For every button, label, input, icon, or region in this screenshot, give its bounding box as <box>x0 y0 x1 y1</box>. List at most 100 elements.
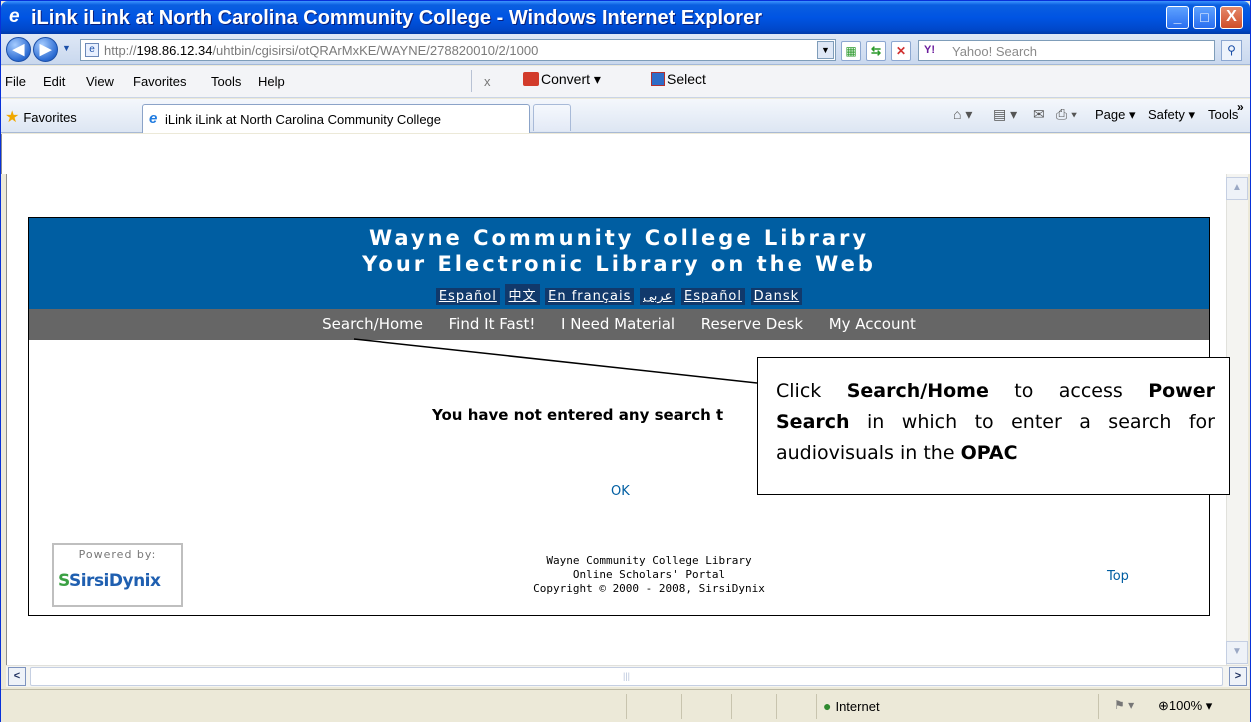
protected-mode-icon[interactable]: ⚑ ▾ <box>1114 698 1134 712</box>
safety-menu-label: Safety <box>1148 107 1185 122</box>
feeds-icon[interactable]: ▤ ▾ <box>993 106 1017 123</box>
search-input[interactable]: Y! Yahoo! Search <box>918 40 1215 61</box>
nav-reserve-desk[interactable]: Reserve Desk <box>701 315 803 333</box>
print-icon[interactable]: ⎙ ▾ <box>1056 106 1077 123</box>
scroll-left-icon[interactable]: < <box>8 667 26 686</box>
star-icon: ★ <box>5 109 20 126</box>
select-label: Select <box>667 71 706 87</box>
language-links: Español 中文 En français عربى Español Dans… <box>29 284 1209 305</box>
home-icon[interactable]: ⌂ ▾ <box>953 106 972 123</box>
status-separator <box>776 694 777 719</box>
tools-menu[interactable]: Tools <box>1208 107 1238 122</box>
page-menu[interactable]: Page ▾ <box>1095 107 1136 123</box>
refresh-icon[interactable]: ⇆ <box>866 41 886 61</box>
menu-view[interactable]: View <box>86 74 114 89</box>
sirsidynix-logo-text: SirsiDynix <box>68 571 161 591</box>
scroll-up-icon[interactable]: ▲ <box>1226 177 1248 200</box>
zoom-control[interactable]: ⊕100% ▾ <box>1158 698 1212 714</box>
menu-bar: File Edit View Favorites Tools Help x Co… <box>1 66 1250 98</box>
mail-icon[interactable]: ✉ <box>1033 106 1045 123</box>
library-banner: Wayne Community College Library Your Ele… <box>29 218 1209 309</box>
status-separator <box>731 694 732 719</box>
footer-line-3: Copyright © 2000 - 2008, SirsiDynix <box>533 582 765 595</box>
lang-link-arabic[interactable]: عربى <box>639 288 676 305</box>
menu-separator <box>471 70 472 92</box>
sirsidynix-logo-mark: S <box>58 571 69 591</box>
horizontal-scroll-thumb[interactable]: ||| <box>30 667 1223 686</box>
footer-line-2: Online Scholars' Portal <box>572 568 726 581</box>
nav-find-it-fast[interactable]: Find It Fast! <box>449 315 536 333</box>
recent-pages-dropdown-icon[interactable]: ▼ <box>62 43 71 53</box>
select-icon <box>651 72 665 86</box>
ie-logo-icon: e <box>9 6 20 27</box>
status-separator <box>626 694 627 719</box>
address-dropdown-icon[interactable]: ▼ <box>817 41 834 59</box>
lang-link-spanish-2[interactable]: Español <box>680 288 745 305</box>
powered-by-label: Powered by: <box>78 548 157 561</box>
status-bar: ● Internet ⚑ ▾ ⊕100% ▾ <box>1 689 1250 722</box>
annotation-callout: Click Search/Home to access Power Search… <box>757 357 1230 495</box>
close-button[interactable]: X <box>1220 6 1243 29</box>
lang-link-danish[interactable]: Dansk <box>750 288 803 305</box>
nav-my-account[interactable]: My Account <box>829 315 916 333</box>
lang-link-chinese[interactable]: 中文 <box>505 284 540 305</box>
chevron-more-icon[interactable]: » <box>1237 100 1244 114</box>
menu-edit[interactable]: Edit <box>43 74 65 89</box>
ok-link[interactable]: OK <box>611 484 630 499</box>
no-search-message: You have not entered any search t <box>432 406 724 424</box>
nav-search-home[interactable]: Search/Home <box>322 315 423 333</box>
favorites-bar: ★ Favorites e iLink iLink at North Caroli… <box>1 99 1250 133</box>
close-toolbar-icon[interactable]: x <box>484 74 491 89</box>
tools-menu-label: Tools <box>1208 107 1239 122</box>
search-go-icon[interactable]: ⚲ <box>1221 40 1242 61</box>
callout-text-2: to access <box>988 380 1149 402</box>
minimize-button[interactable]: _ <box>1166 6 1189 29</box>
banner-title: Wayne Community College Library <box>368 226 870 250</box>
forward-button[interactable]: ▶ <box>33 37 58 62</box>
callout-text-1: Click <box>776 380 847 402</box>
security-zone[interactable]: ● Internet <box>823 698 880 714</box>
address-url[interactable]: http://198.86.12.34/uhtbin/cgisirsi/otQR… <box>104 43 804 58</box>
menu-tools[interactable]: Tools <box>211 74 241 89</box>
yahoo-logo-icon: Y! <box>924 44 935 56</box>
convert-label: Convert <box>541 71 591 87</box>
address-bar[interactable]: e http://198.86.12.34/uhtbin/cgisirsi/ot… <box>80 39 836 61</box>
new-tab-button[interactable] <box>533 104 571 131</box>
globe-icon: ● <box>823 698 832 714</box>
ie-page-icon: e <box>149 110 158 127</box>
status-separator <box>816 694 817 719</box>
zone-label: Internet <box>835 699 880 714</box>
status-separator <box>681 694 682 719</box>
scroll-right-icon[interactable]: > <box>1229 667 1247 686</box>
powered-by-badge[interactable]: Powered by: SSirsiDynix <box>52 543 183 607</box>
maximize-button[interactable]: □ <box>1193 6 1216 29</box>
banner-subtitle: Your Electronic Library on the Web <box>362 252 876 276</box>
menu-favorites[interactable]: Favorites <box>133 74 186 89</box>
library-nav: Search/Home Find It Fast! I Need Materia… <box>29 309 1209 340</box>
zoom-level: 100% <box>1168 698 1203 713</box>
horizontal-scrollbar[interactable]: < ||| > <box>6 665 1249 687</box>
address-prefix: http:// <box>104 43 137 58</box>
scroll-down-icon[interactable]: ▼ <box>1226 641 1248 664</box>
lang-link-french[interactable]: En français <box>545 288 635 305</box>
navigation-bar: ◀ ▶ ▼ e http://198.86.12.34/uhtbin/cgisi… <box>1 34 1250 65</box>
callout-bold-1: Search/Home <box>846 380 989 402</box>
tab-current[interactable]: e iLink iLink at North Carolina Communit… <box>142 104 530 133</box>
page-menu-label: Page <box>1095 107 1126 122</box>
page-icon: e <box>85 43 99 57</box>
viewport-top <box>1 134 1250 174</box>
nav-i-need-material[interactable]: I Need Material <box>561 315 675 333</box>
safety-menu[interactable]: Safety ▾ <box>1148 107 1195 123</box>
menu-help[interactable]: Help <box>258 74 285 89</box>
menu-file[interactable]: File <box>5 74 26 89</box>
callout-bold-3: OPAC <box>960 442 1018 464</box>
top-link[interactable]: Top <box>1107 569 1129 584</box>
compatibility-view-icon[interactable]: ▦ <box>841 41 861 61</box>
lang-link-spanish[interactable]: Español <box>435 288 500 305</box>
convert-button[interactable]: Convert ▾ <box>523 71 601 88</box>
address-host: 198.86.12.34 <box>136 43 213 58</box>
stop-icon[interactable]: ✕ <box>891 41 911 61</box>
favorites-button[interactable]: ★ Favorites <box>5 107 77 127</box>
back-button[interactable]: ◀ <box>6 37 31 62</box>
select-button[interactable]: Select <box>651 71 706 87</box>
